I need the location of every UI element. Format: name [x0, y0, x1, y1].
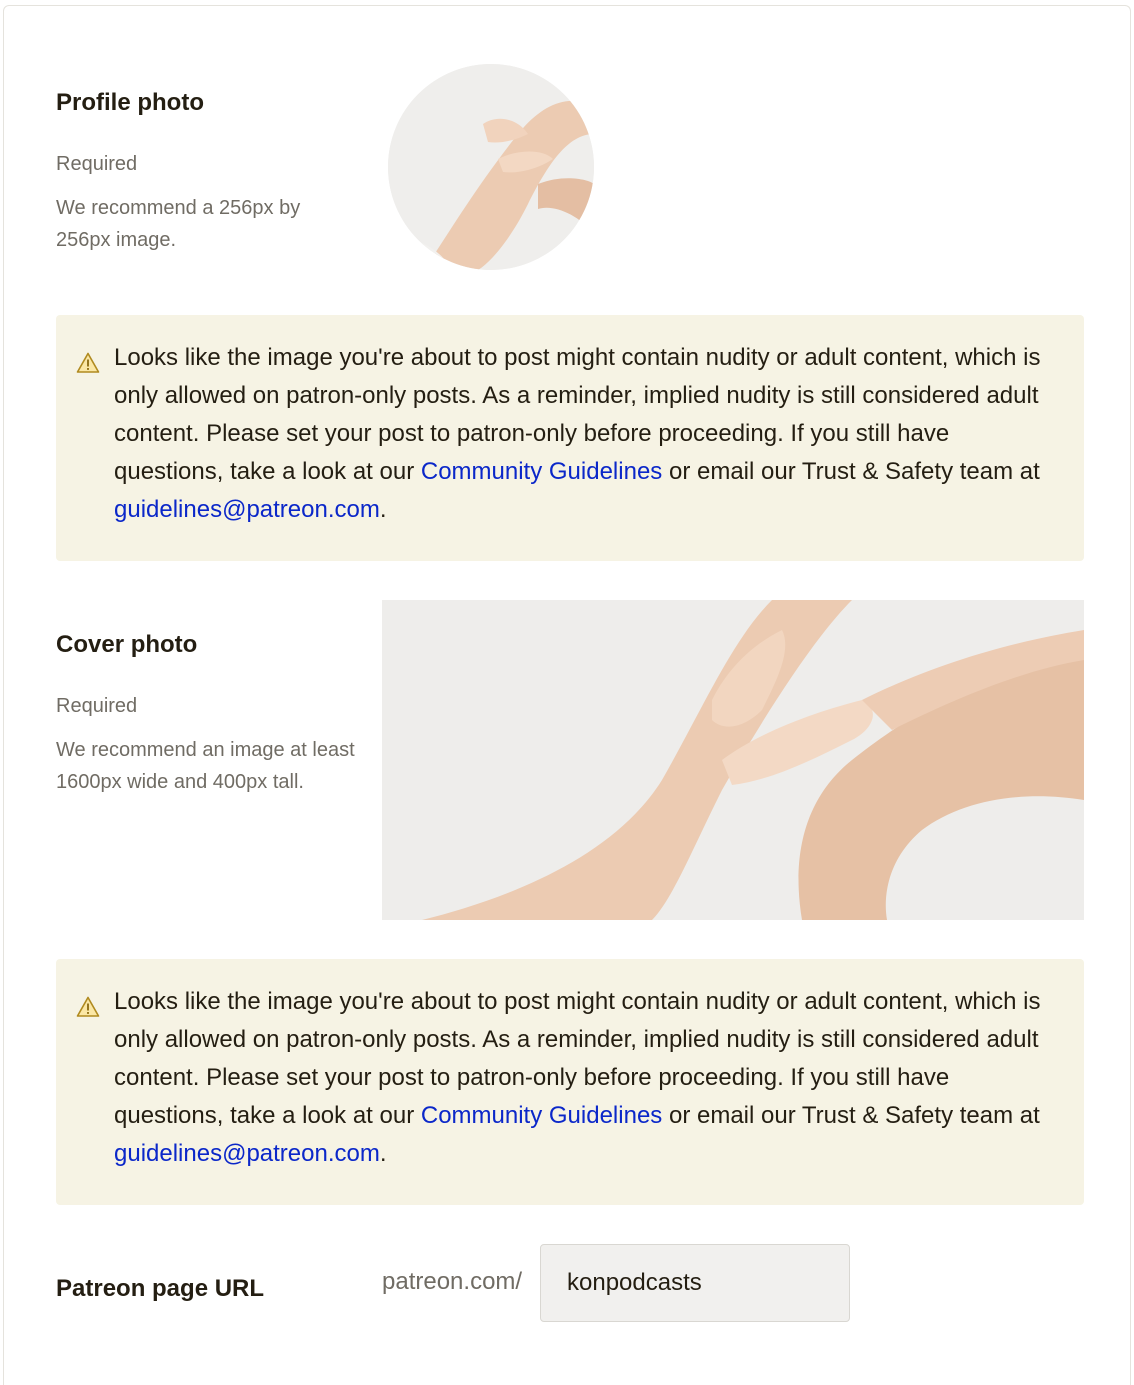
page-url-prefix: patreon.com/ [382, 1268, 523, 1295]
profile-photo-required: Required [56, 153, 138, 175]
warning-triangle-icon [76, 352, 100, 373]
warning-message: Looks like the image you're about to pos… [114, 988, 1041, 1167]
warning-message: Looks like the image you're about to pos… [114, 344, 1041, 523]
community-guidelines-link[interactable]: Community Guidelines [421, 458, 662, 485]
profile-photo-preview[interactable] [388, 64, 594, 270]
cover-photo-required: Required [56, 695, 138, 717]
page-url-input[interactable] [540, 1244, 850, 1322]
warning-triangle-icon [76, 996, 100, 1017]
cover-photo-hint: We recommend an image at least 1600px wi… [56, 739, 355, 793]
guidelines-email-link[interactable]: guidelines@patreon.com [114, 1140, 380, 1167]
cover-photo-preview[interactable] [382, 600, 1084, 920]
adult-content-warning-cover: Looks like the image you're about to pos… [56, 959, 1084, 1205]
community-guidelines-link[interactable]: Community Guidelines [421, 1102, 662, 1129]
cover-photo-title: Cover photo [56, 631, 198, 658]
guidelines-email-link[interactable]: guidelines@patreon.com [114, 496, 380, 523]
profile-photo-title: Profile photo [56, 89, 204, 116]
profile-photo-image [388, 64, 594, 270]
page-url-title: Patreon page URL [56, 1275, 265, 1302]
cover-photo-image [382, 600, 1084, 920]
profile-photo-hint: We recommend a 256px by 256px image. [56, 197, 301, 251]
adult-content-warning-profile: Looks like the image you're about to pos… [56, 315, 1084, 561]
